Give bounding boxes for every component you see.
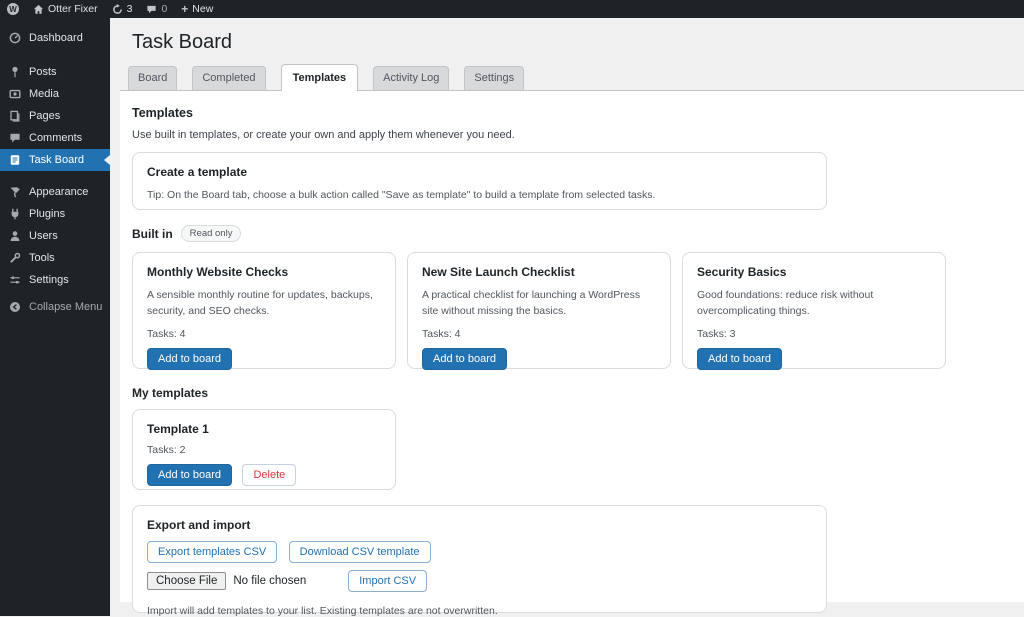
template-card-title: Template 1 — [147, 422, 381, 436]
pushpin-icon — [9, 66, 21, 78]
built-in-heading: Built in — [132, 227, 173, 241]
plus-icon: + — [181, 3, 188, 15]
site-link[interactable]: Otter Fixer — [26, 0, 105, 18]
sidebar-item-dashboard[interactable]: Dashboard — [0, 27, 110, 49]
sidebar-item-media[interactable]: Media — [0, 83, 110, 105]
tab-completed[interactable]: Completed — [192, 66, 265, 90]
templates-heading: Templates — [132, 91, 1012, 120]
page-title: Task Board — [132, 31, 232, 54]
new-button[interactable]: + New — [174, 0, 220, 18]
sidebar-item-plugins[interactable]: Plugins — [0, 203, 110, 225]
comment-icon — [9, 132, 21, 144]
updates-icon — [112, 4, 123, 15]
media-icon — [9, 88, 21, 100]
task-board-icon — [9, 154, 21, 166]
read-only-badge: Read only — [181, 225, 242, 242]
template-card-template-1: Template 1 Tasks: 2 Add to board Delete — [132, 409, 396, 490]
export-import-card: Export and import Export templates CSV D… — [132, 505, 827, 613]
dashboard-icon — [9, 32, 21, 44]
collapse-arrow-icon — [9, 301, 21, 313]
new-label: New — [192, 3, 213, 15]
export-buttons-row: Export templates CSV Download CSV templa… — [147, 541, 812, 563]
wrench-icon — [9, 252, 21, 264]
import-file-row: Choose File No file chosen Import CSV — [147, 570, 812, 592]
comments-button[interactable]: 0 — [139, 0, 174, 18]
tab-activity-log[interactable]: Activity Log — [373, 66, 449, 90]
wordpress-logo-icon: W — [7, 3, 19, 15]
sidebar-item-users[interactable]: Users — [0, 225, 110, 247]
template-card-description: Good foundations: reduce risk without ov… — [697, 287, 931, 320]
template-card-title: Security Basics — [697, 265, 931, 279]
export-import-heading: Export and import — [147, 518, 812, 532]
template-card-security-basics: Security Basics Good foundations: reduce… — [682, 252, 946, 369]
sidebar-item-task-board[interactable]: Task Board — [0, 149, 110, 171]
template-card-description: A sensible monthly routine for updates, … — [147, 287, 381, 320]
templates-description: Use built in templates, or create your o… — [132, 129, 1012, 141]
template-card-tasks-count: Tasks: 4 — [147, 328, 381, 340]
template-card-title: Monthly Website Checks — [147, 265, 381, 279]
add-to-board-button[interactable]: Add to board — [697, 348, 782, 370]
updates-button[interactable]: 3 — [105, 0, 140, 18]
admin-sidebar: Dashboard Posts Media Pages Comments — [0, 18, 110, 616]
template-card-monthly-website-checks: Monthly Website Checks A sensible monthl… — [132, 252, 396, 369]
template-card-description: A practical checklist for launching a Wo… — [422, 287, 656, 320]
my-templates-heading: My templates — [132, 386, 1012, 400]
add-to-board-button[interactable]: Add to board — [422, 348, 507, 370]
import-note: Import will add templates to your list. … — [147, 605, 812, 617]
collapse-menu-button[interactable]: Collapse Menu — [0, 296, 110, 318]
site-name: Otter Fixer — [48, 3, 98, 15]
template-card-tasks-count: Tasks: 4 — [422, 328, 656, 340]
sidebar-item-tools[interactable]: Tools — [0, 247, 110, 269]
tab-bar: Board Completed Templates Activity Log S… — [128, 64, 524, 90]
template-card-new-site-launch-checklist: New Site Launch Checklist A practical ch… — [407, 252, 671, 369]
built-in-header: Built in Read only — [132, 225, 1012, 242]
create-template-title: Create a template — [147, 165, 812, 179]
create-template-tip: Tip: On the Board tab, choose a bulk act… — [147, 189, 812, 201]
appearance-icon — [9, 186, 21, 198]
user-icon — [9, 230, 21, 242]
tab-settings[interactable]: Settings — [464, 66, 524, 90]
home-icon — [33, 4, 44, 15]
template-card-tasks-count: Tasks: 2 — [147, 444, 381, 456]
comments-count: 0 — [161, 3, 167, 15]
comments-bubble-icon — [146, 4, 157, 15]
add-to-board-button[interactable]: Add to board — [147, 348, 232, 370]
sidebar-item-appearance[interactable]: Appearance — [0, 181, 110, 203]
sidebar-item-posts[interactable]: Posts — [0, 61, 110, 83]
plugin-icon — [9, 208, 21, 220]
choose-file-button[interactable]: Choose File — [147, 572, 226, 590]
download-csv-template-button[interactable]: Download CSV template — [289, 541, 431, 563]
admin-content: Task Board Board Completed Templates Act… — [110, 18, 1024, 616]
tab-templates[interactable]: Templates — [281, 64, 359, 91]
tab-board[interactable]: Board — [128, 66, 177, 90]
add-to-board-button[interactable]: Add to board — [147, 464, 232, 486]
create-template-card: Create a template Tip: On the Board tab,… — [132, 152, 827, 210]
template-card-tasks-count: Tasks: 3 — [697, 328, 931, 340]
pages-icon — [9, 110, 21, 122]
no-file-chosen-text: No file chosen — [233, 575, 306, 587]
updates-count: 3 — [127, 3, 133, 15]
main-panel: Templates Use built in templates, or cre… — [120, 90, 1024, 602]
sidebar-item-settings[interactable]: Settings — [0, 269, 110, 291]
export-templates-csv-button[interactable]: Export templates CSV — [147, 541, 277, 563]
template-card-title: New Site Launch Checklist — [422, 265, 656, 279]
sidebar-item-comments[interactable]: Comments — [0, 127, 110, 149]
wordpress-menu-button[interactable]: W — [0, 0, 26, 18]
settings-icon — [9, 274, 21, 286]
delete-template-button[interactable]: Delete — [242, 464, 296, 486]
admin-bar: W Otter Fixer 3 0 + New — [0, 0, 1024, 18]
built-in-cards-row: Monthly Website Checks A sensible monthl… — [132, 252, 1012, 369]
sidebar-item-pages[interactable]: Pages — [0, 105, 110, 127]
import-csv-button[interactable]: Import CSV — [348, 570, 427, 592]
